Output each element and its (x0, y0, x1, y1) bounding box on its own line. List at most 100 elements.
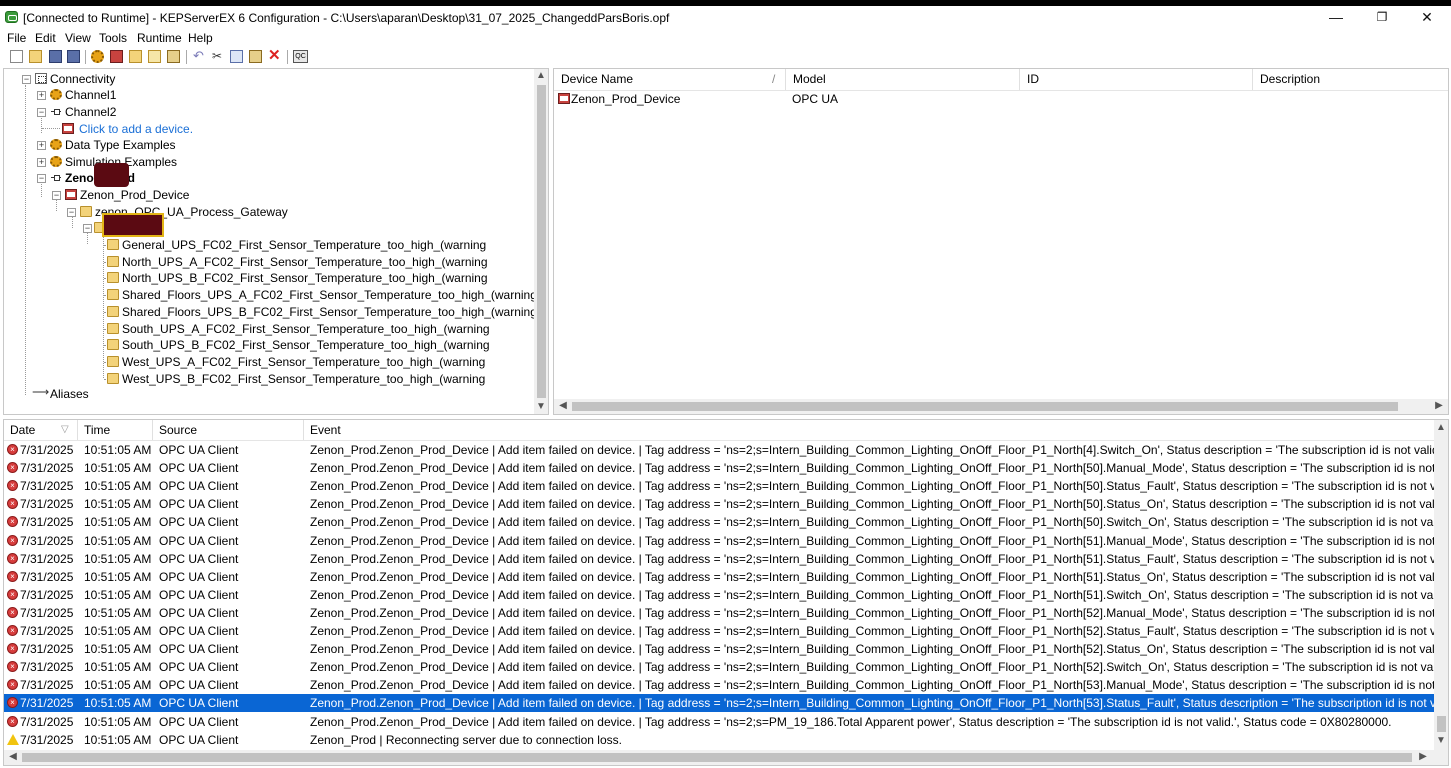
group-label: West_UPS_B_FC02_First_Sensor_Temperature… (122, 371, 486, 386)
collapse-icon[interactable]: − (22, 75, 31, 84)
event-log-vscroll[interactable]: ▲ ▼ (1434, 420, 1448, 750)
event-log-hscroll-thumb[interactable] (22, 753, 1412, 762)
event-row[interactable]: × 7/31/2025 10:51:05 AM OPC UA Client Zenon_… (4, 676, 1434, 694)
save-as-icon[interactable] (67, 50, 80, 63)
cut-icon[interactable]: ✂ (212, 50, 225, 63)
warning-icon (7, 733, 19, 745)
event-message: Zenon_Prod.Zenon_Prod_Device | Add item … (310, 678, 1434, 693)
event-message: Zenon_Prod.Zenon_Prod_Device | Add item … (310, 714, 1392, 729)
new-icon[interactable] (10, 50, 23, 63)
scroll-down-icon[interactable]: ▼ (534, 400, 548, 414)
menu-runtime[interactable]: Runtime (137, 31, 182, 45)
group-label: North_UPS_A_FC02_First_Sensor_Temperatur… (122, 254, 488, 269)
event-row[interactable]: × 7/31/2025 10:51:05 AM OPC UA Client Zenon_… (4, 513, 1434, 531)
redaction-mark (94, 163, 129, 187)
event-source: OPC UA Client (159, 587, 239, 602)
event-source: OPC UA Client (159, 479, 239, 494)
copy-icon[interactable] (230, 50, 243, 63)
column-header-id[interactable]: ID (1020, 69, 1253, 90)
column-header-event[interactable]: Event (304, 420, 1433, 440)
expand-icon[interactable]: + (37, 141, 46, 150)
event-message: Zenon_Prod.Zenon_Prod_Device | Add item … (310, 696, 1434, 711)
delete-icon[interactable]: ✕ (268, 48, 281, 63)
bulk-tag-icon[interactable] (167, 50, 180, 63)
scroll-down-icon[interactable]: ▼ (1434, 734, 1448, 748)
event-log-header: Date ▽ Time Source Event (4, 420, 1448, 441)
event-row[interactable]: × 7/31/2025 10:51:05 AM OPC UA Client Zenon_… (4, 477, 1434, 495)
menu-view[interactable]: View (65, 31, 91, 45)
collapse-icon[interactable]: − (37, 174, 46, 183)
event-time: 10:51:05 AM (84, 461, 152, 476)
tree-connector (25, 85, 26, 395)
close-button[interactable]: ✕ (1404, 6, 1450, 30)
scroll-up-icon[interactable]: ▲ (534, 69, 548, 83)
scroll-right-icon[interactable]: ▶ (1432, 399, 1446, 413)
event-row[interactable]: × 7/31/2025 10:51:05 AM OPC UA Client Zenon_… (4, 622, 1434, 640)
tree-scrollbar-thumb[interactable] (537, 85, 546, 398)
column-header-description[interactable]: Description (1253, 69, 1448, 90)
event-log-vscroll-thumb[interactable] (1437, 716, 1446, 732)
expand-icon[interactable]: + (37, 91, 46, 100)
menu-edit[interactable]: Edit (35, 31, 56, 45)
channel-icon (50, 106, 62, 117)
gear-icon (50, 156, 62, 167)
event-row[interactable]: × 7/31/2025 10:51:05 AM OPC UA Client Zenon_… (4, 640, 1434, 658)
paste-icon[interactable] (249, 50, 262, 63)
event-message: Zenon_Prod.Zenon_Prod_Device | Add item … (310, 551, 1434, 566)
column-header-model[interactable]: Model (786, 69, 1020, 90)
menu-tools[interactable]: Tools (99, 31, 127, 45)
column-header-time[interactable]: Time (78, 420, 153, 440)
event-row[interactable]: 7/31/2025 10:51:05 AM OPC UA Client Zenon_P… (4, 731, 1434, 749)
scroll-up-icon[interactable]: ▲ (1434, 421, 1448, 435)
device-list-scrollbar[interactable]: ◀ ▶ (554, 399, 1448, 414)
save-icon[interactable] (49, 50, 62, 63)
sort-indicator-icon: / (772, 72, 776, 86)
new-device-icon[interactable] (110, 50, 123, 63)
quick-client-icon[interactable]: QC (293, 50, 308, 63)
collapse-icon[interactable]: − (37, 108, 46, 117)
maximize-button[interactable]: ❐ (1359, 6, 1405, 30)
event-row[interactable]: × 7/31/2025 10:51:05 AM OPC UA Client Zenon_… (4, 550, 1434, 568)
event-row[interactable]: × 7/31/2025 10:51:05 AM OPC UA Client Zenon_… (4, 441, 1434, 459)
open-icon[interactable] (29, 50, 42, 63)
event-row[interactable]: × 7/31/2025 10:51:05 AM OPC UA Client Zenon_… (4, 658, 1434, 676)
event-date: 7/31/2025 (20, 515, 74, 530)
event-row[interactable]: × 7/31/2025 10:51:05 AM OPC UA Client Zenon_… (4, 532, 1434, 550)
scroll-right-icon[interactable]: ▶ (1416, 750, 1430, 764)
tree-connector (42, 128, 60, 129)
menu-file[interactable]: File (7, 31, 26, 45)
tree-scrollbar[interactable]: ▲ ▼ (534, 69, 548, 414)
event-row[interactable]: × 7/31/2025 10:51:05 AM OPC UA Client Zenon_… (4, 713, 1434, 731)
new-tag-icon[interactable] (148, 50, 161, 63)
new-group-icon[interactable] (129, 50, 142, 63)
event-message: Zenon_Prod.Zenon_Prod_Device | Add item … (310, 605, 1434, 620)
collapse-icon[interactable]: − (52, 191, 61, 200)
event-row[interactable]: × 7/31/2025 10:51:05 AM OPC UA Client Zenon_… (4, 568, 1434, 586)
folder-icon (107, 305, 119, 317)
column-header-device-name[interactable]: Device Name / (554, 69, 786, 90)
new-channel-icon[interactable] (91, 50, 104, 63)
scroll-left-icon[interactable]: ◀ (6, 750, 20, 764)
event-row[interactable]: × 7/31/2025 10:51:05 AM OPC UA Client Zenon_… (4, 495, 1434, 513)
column-header-source[interactable]: Source (153, 420, 304, 440)
gear-icon (50, 89, 62, 100)
device-row[interactable]: Zenon_Prod_Device OPC UA (554, 90, 1434, 108)
scroll-left-icon[interactable]: ◀ (556, 399, 570, 413)
event-row[interactable]: × 7/31/2025 10:51:05 AM OPC UA Client Zenon_… (4, 604, 1434, 622)
minimize-button[interactable]: — (1313, 6, 1359, 30)
event-row[interactable]: × 7/31/2025 10:51:05 AM OPC UA Client Zenon_… (4, 459, 1434, 477)
menu-help[interactable]: Help (188, 31, 213, 45)
event-log-hscroll[interactable]: ◀ ▶ (4, 750, 1448, 765)
event-source: OPC UA Client (159, 533, 239, 548)
undo-icon[interactable]: ↶ (193, 49, 206, 63)
event-row[interactable]: × 7/31/2025 10:51:05 AM OPC UA Client Zenon_… (4, 694, 1434, 713)
device-list-scrollbar-thumb[interactable] (572, 402, 1398, 411)
expand-icon[interactable]: + (37, 158, 46, 167)
event-row[interactable]: × 7/31/2025 10:51:05 AM OPC UA Client Zenon_… (4, 586, 1434, 604)
event-time: 10:51:05 AM (84, 605, 152, 620)
column-header-date[interactable]: Date ▽ (4, 420, 78, 440)
error-icon: × (7, 516, 18, 528)
event-date: 7/31/2025 (20, 732, 74, 747)
collapse-icon[interactable]: − (83, 224, 92, 233)
collapse-icon[interactable]: − (67, 208, 76, 217)
